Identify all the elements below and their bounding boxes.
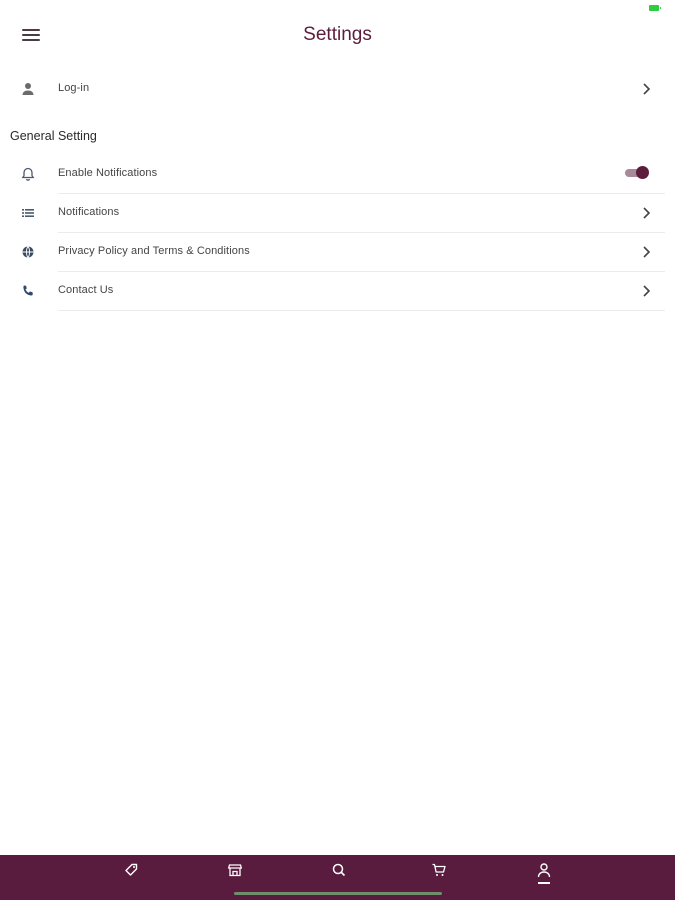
active-tab-indicator <box>538 882 550 884</box>
person-icon <box>20 81 36 97</box>
globe-icon <box>20 244 36 260</box>
chevron-right-icon <box>641 206 653 220</box>
nav-tag-icon[interactable] <box>118 862 144 888</box>
bottom-navigation <box>0 855 675 900</box>
nav-cart-icon[interactable] <box>426 862 452 888</box>
cart-icon <box>432 863 446 876</box>
chevron-right-icon <box>641 245 653 259</box>
login-row[interactable]: Log-in <box>0 70 675 108</box>
notifications-label: Notifications <box>58 206 120 218</box>
contact-us-row[interactable]: Contact Us <box>0 272 675 310</box>
enable-notifications-label: Enable Notifications <box>58 167 158 179</box>
toggle-thumb <box>636 166 649 179</box>
section-header-general: General Setting <box>10 129 97 143</box>
app-bar: Settings <box>0 18 675 56</box>
page-title: Settings <box>303 24 372 45</box>
privacy-policy-label: Privacy Policy and Terms & Conditions <box>58 245 250 257</box>
phone-icon <box>20 283 36 299</box>
chevron-right-icon <box>641 284 653 298</box>
store-icon <box>227 864 243 877</box>
enable-notifications-row: Enable Notifications <box>0 155 675 193</box>
tag-icon <box>125 863 138 876</box>
contact-us-label: Contact Us <box>58 284 114 296</box>
notifications-toggle[interactable] <box>625 166 649 180</box>
login-label: Log-in <box>58 82 90 94</box>
notifications-row[interactable]: Notifications <box>0 194 675 232</box>
chevron-right-icon <box>641 82 653 96</box>
battery-icon <box>649 5 661 11</box>
list-icon <box>20 205 36 221</box>
divider <box>58 310 665 311</box>
profile-icon <box>537 863 551 878</box>
privacy-policy-row[interactable]: Privacy Policy and Terms & Conditions <box>0 233 675 271</box>
nav-profile-icon[interactable] <box>531 862 557 888</box>
bell-icon <box>20 166 36 182</box>
search-icon <box>332 863 346 877</box>
home-indicator[interactable] <box>234 892 442 895</box>
status-bar <box>0 0 675 18</box>
nav-store-icon[interactable] <box>222 862 248 888</box>
nav-search-icon[interactable] <box>326 862 352 888</box>
